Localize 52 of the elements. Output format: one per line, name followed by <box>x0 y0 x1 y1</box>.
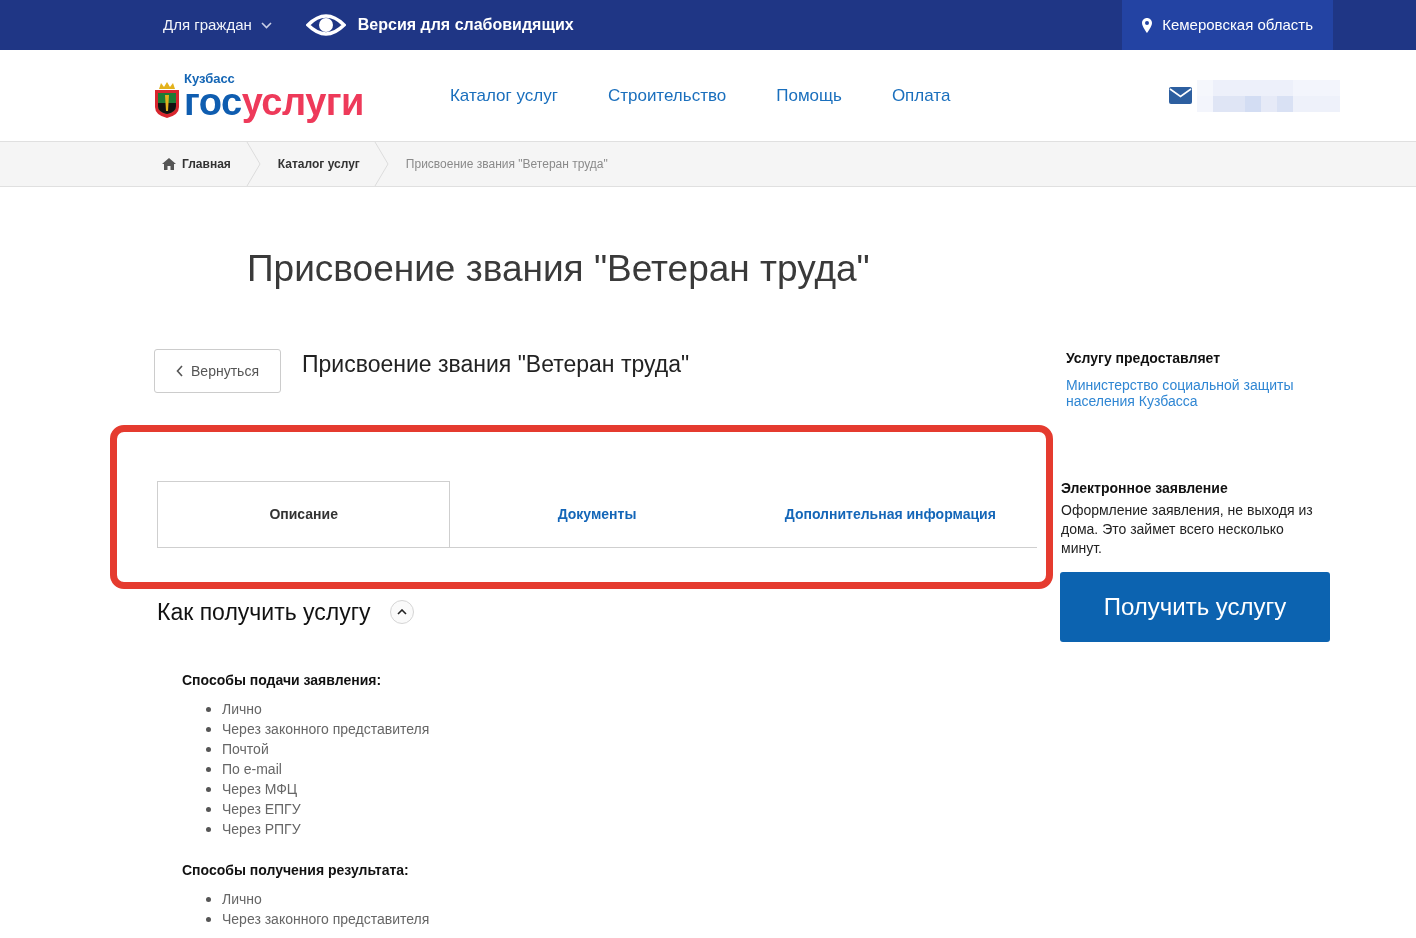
collapse-toggle[interactable] <box>389 600 414 624</box>
page-title: Присвоение звания "Ветеран труда" <box>247 247 870 291</box>
nav-link[interactable]: Оплата <box>891 82 951 109</box>
list-item: Через ЕПГУ <box>222 800 301 819</box>
eye-icon <box>305 12 346 38</box>
breadcrumb-current: Присвоение звания "Ветеран труда" <box>405 156 608 173</box>
audience-menu[interactable]: Для граждан <box>163 13 272 37</box>
get-service-button[interactable]: Получить услугу <box>1060 572 1330 642</box>
bullet-icon <box>206 726 211 732</box>
mail-icon[interactable] <box>1169 87 1192 104</box>
application-heading: Электронное заявление <box>1061 479 1228 497</box>
list-item: Через МФЦ <box>222 780 298 799</box>
nav-link[interactable]: Помощь <box>776 82 842 109</box>
list-item: Лично <box>222 890 262 909</box>
bullet-icon <box>206 826 211 832</box>
group-heading: Способы получения результата: <box>182 862 409 878</box>
provider-link[interactable]: Министерство социальной защиты населения Кузбасса <box>1066 377 1326 409</box>
list-item: Через законного представителя <box>222 910 430 929</box>
provider-heading: Услугу предоставляет <box>1066 349 1221 367</box>
list-item: Через РПГУ <box>222 820 301 839</box>
list-item: По e-mail <box>222 760 282 779</box>
region-button[interactable]: Кемеровская область <box>1122 0 1333 50</box>
group-heading: Способы подачи заявления: <box>182 672 382 688</box>
breadcrumb-link[interactable]: Каталог услуг <box>277 155 360 173</box>
bullet-icon <box>206 746 211 752</box>
bullet-icon <box>206 916 211 922</box>
chevron-up-icon <box>396 609 407 615</box>
bullet-icon <box>206 806 211 812</box>
accessibility-link[interactable]: Версия для слабовидящих <box>305 12 574 38</box>
bullet-icon <box>206 706 211 712</box>
map-pin-icon <box>1142 17 1153 33</box>
application-description: Оформление заявления, не выходя из дома. Это займет всего несколько минут. <box>1061 501 1314 558</box>
tab[interactable]: Дополнительная информация <box>743 481 1037 547</box>
bullet-icon <box>206 766 211 772</box>
chevron-down-icon <box>260 21 272 29</box>
home-icon <box>162 158 176 170</box>
tab[interactable]: Документы <box>450 481 744 547</box>
list-item: Лично <box>222 700 262 719</box>
logo-caption: Кузбасс <box>184 72 236 85</box>
section-heading: Как получить услугу <box>157 598 371 627</box>
tab[interactable]: Описание <box>157 481 451 547</box>
list-item: Через законного представителя <box>222 720 430 739</box>
service-title: Присвоение звания "Ветеран труда" <box>302 350 690 378</box>
coat-of-arms-icon <box>153 81 181 119</box>
nav-link[interactable]: Строительство <box>607 82 727 109</box>
list-item: Почтой <box>222 740 269 759</box>
chevron-left-icon <box>176 365 184 377</box>
bullet-icon <box>206 786 211 792</box>
nav-link[interactable]: Каталог услуг <box>449 82 558 109</box>
breadcrumb-home-link[interactable]: Главная <box>162 155 231 173</box>
back-button[interactable]: Вернуться <box>154 349 281 393</box>
bullet-icon <box>206 896 211 902</box>
